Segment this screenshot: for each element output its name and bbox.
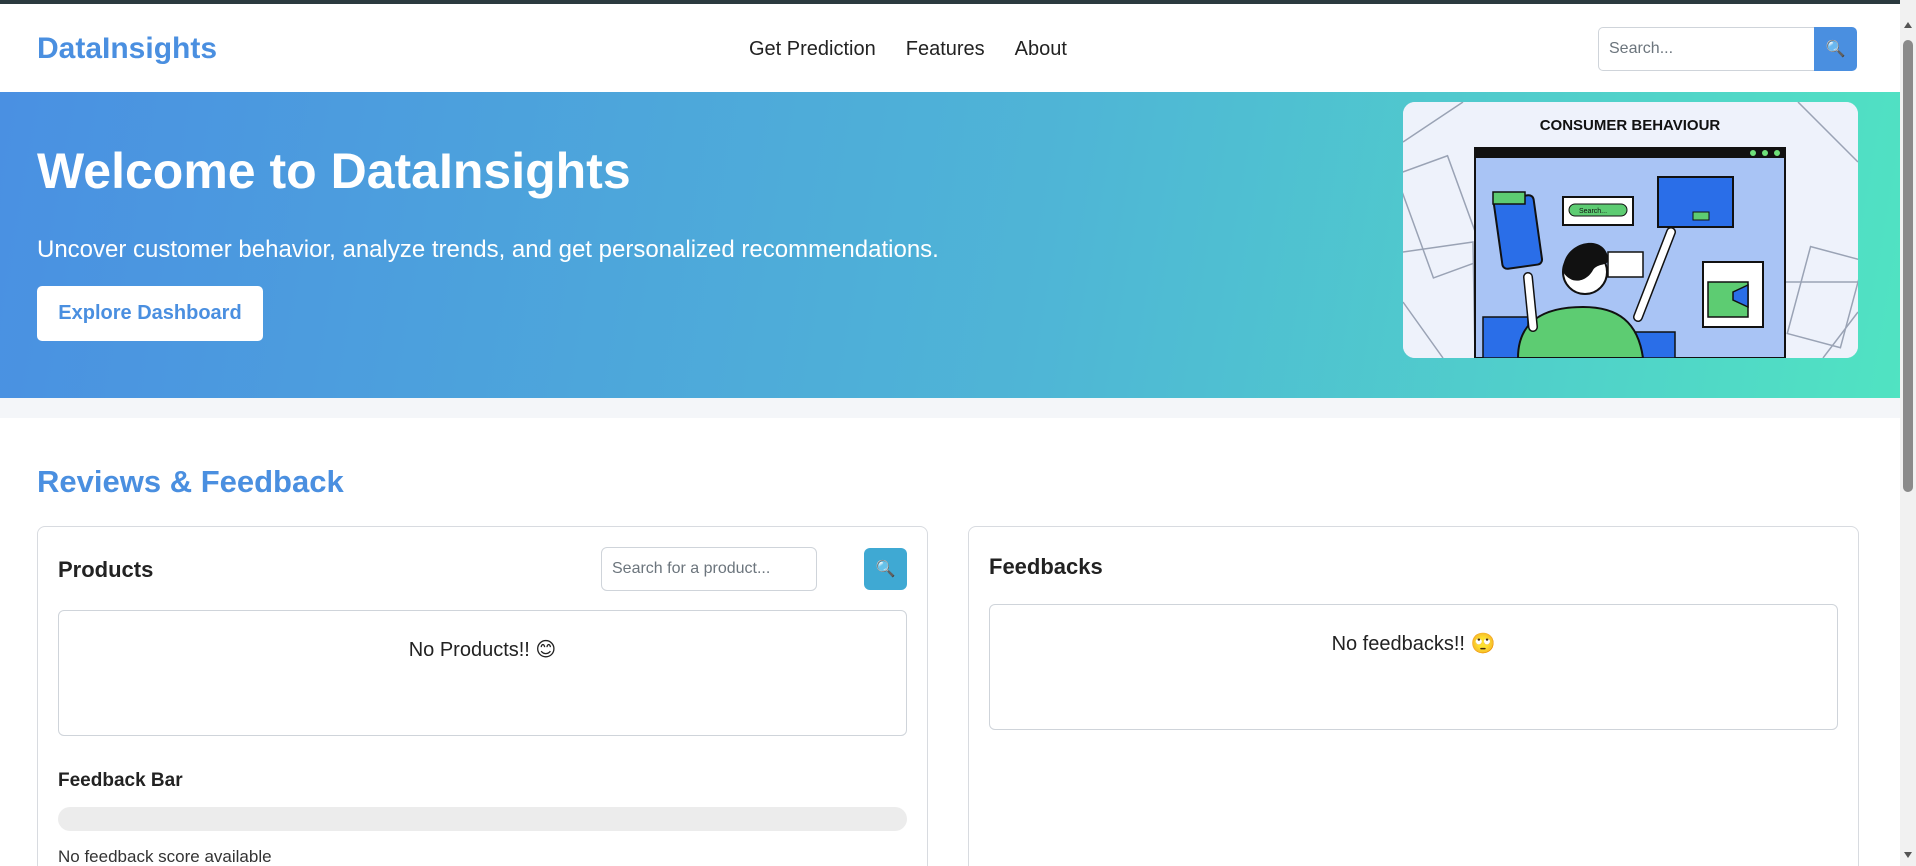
nav-link-about[interactable]: About: [1015, 38, 1067, 61]
scroll-up-arrow-icon[interactable]: [1904, 22, 1912, 28]
reviews-section: Reviews & Feedback Products 🔍 No Product…: [0, 418, 1900, 866]
nav-links: Get Prediction Features About: [749, 38, 1067, 61]
nav-link-get-prediction[interactable]: Get Prediction: [749, 38, 876, 61]
scroll-thumb[interactable]: [1903, 40, 1913, 492]
magnifier-icon: 🔍: [1825, 41, 1846, 58]
illustration-svg: CONSUMER BEHAVIOUR Search...: [1403, 102, 1858, 358]
navbar-search-button[interactable]: 🔍: [1814, 27, 1857, 71]
feedback-score-note: No feedback score available: [58, 847, 272, 866]
scroll-down-arrow-icon[interactable]: [1904, 852, 1912, 858]
products-empty-text: No Products!! 😊: [408, 639, 557, 661]
navbar: DataInsights Get Prediction Features Abo…: [0, 4, 1900, 92]
brand-logo[interactable]: DataInsights: [37, 32, 217, 66]
nav-link-features[interactable]: Features: [906, 38, 985, 61]
page-scrollbar[interactable]: [1900, 0, 1916, 866]
feedback-bar: [58, 807, 907, 831]
feedbacks-empty-box: No feedbacks!! 🙄: [989, 604, 1838, 730]
navbar-search-input[interactable]: [1598, 27, 1814, 71]
consumer-behaviour-illustration: CONSUMER BEHAVIOUR Search...: [1403, 102, 1858, 358]
products-empty-box: No Products!! 😊: [58, 610, 907, 736]
feedback-bar-label: Feedback Bar: [58, 770, 183, 791]
hero-title: Welcome to DataInsights: [37, 143, 631, 199]
explore-dashboard-button[interactable]: Explore Dashboard: [37, 286, 263, 341]
feedbacks-empty-text: No feedbacks!! 🙄: [1331, 633, 1496, 655]
feedbacks-card: Feedbacks No feedbacks!! 🙄: [968, 526, 1859, 866]
products-card: Products 🔍 No Products!! 😊 Feedback Bar …: [37, 526, 928, 866]
illustration-caption: CONSUMER BEHAVIOUR: [1540, 117, 1721, 134]
magnifier-icon: 🔍: [875, 561, 896, 578]
hero-banner: Welcome to DataInsights Uncover customer…: [0, 92, 1900, 398]
hero-subtitle: Uncover customer behavior, analyze trend…: [37, 236, 939, 263]
feedbacks-title: Feedbacks: [989, 554, 1103, 579]
illustration-search-text: Search...: [1579, 208, 1607, 215]
reviews-title: Reviews & Feedback: [37, 464, 344, 499]
navbar-search: 🔍: [1598, 27, 1857, 71]
product-search-input[interactable]: [601, 547, 817, 591]
products-title: Products: [58, 557, 154, 582]
product-search-button[interactable]: 🔍: [864, 548, 907, 590]
